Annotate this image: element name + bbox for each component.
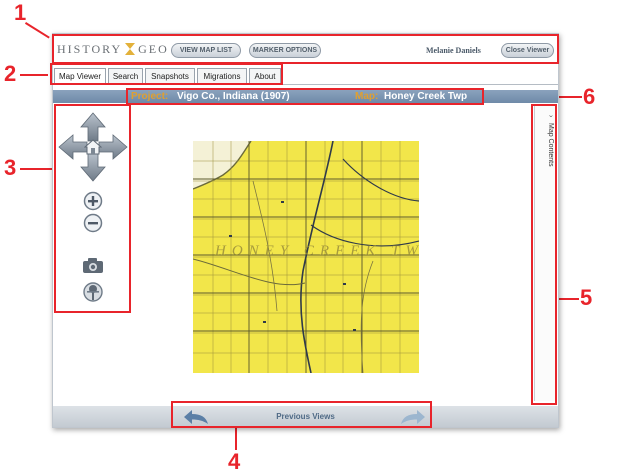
map-controls	[57, 111, 129, 306]
hourglass-icon	[125, 43, 136, 55]
forward-arrow-icon[interactable]	[399, 408, 427, 425]
callout-2: 2	[4, 61, 17, 86]
map-contents-text: Map Contents	[547, 123, 554, 167]
header-bar: HISTORY GEO VIEW MAP LIST MARKER OPTIONS …	[53, 34, 558, 63]
logo-text-geo: GEO	[138, 42, 169, 56]
callout-4: 4	[228, 449, 241, 473]
plat-map-image[interactable]: HONEY CREEK TWP	[193, 141, 419, 373]
project-value: Vigo Co., Indiana (1907)	[177, 91, 290, 102]
callout-5-line	[557, 298, 579, 300]
callout-3-line	[20, 168, 56, 170]
map-area[interactable]: HONEY CREEK TWP › Map Contents	[53, 103, 558, 406]
zoom-in-icon[interactable]	[83, 191, 103, 211]
zoom-out-icon[interactable]	[83, 213, 103, 233]
tab-search[interactable]: Search	[108, 68, 143, 84]
tab-about[interactable]: About	[249, 68, 281, 84]
pin-icon[interactable]	[83, 281, 103, 303]
map-key: Map:	[355, 91, 379, 102]
historygeo-logo: HISTORY GEO	[57, 42, 169, 57]
logo-text-history: HISTORY	[57, 42, 123, 56]
project-key: Project:	[131, 91, 169, 102]
view-map-list-button[interactable]: VIEW MAP LIST	[171, 43, 241, 58]
map-contents-panel[interactable]: › Map Contents	[534, 105, 556, 401]
callout-1: 1	[14, 0, 27, 25]
callout-4-line	[235, 428, 237, 450]
previous-views-label: Previous Views	[276, 412, 335, 421]
marker-options-button[interactable]: MARKER OPTIONS	[249, 43, 321, 58]
callout-6: 6	[583, 84, 596, 109]
map-overlay-text: HONEY CREEK TWP	[214, 243, 419, 259]
tab-migrations[interactable]: Migrations	[197, 68, 247, 84]
user-name: Melanie Daniels	[426, 46, 481, 55]
close-viewer-button[interactable]: Close Viewer	[501, 43, 554, 58]
camera-icon[interactable]	[82, 257, 104, 274]
previous-views-bar: Previous Views	[53, 406, 558, 427]
map-contents-label: › Map Contents	[538, 115, 554, 167]
chevron-right-icon: ›	[547, 115, 554, 118]
callout-3: 3	[4, 155, 17, 180]
map-viewer-window: HISTORY GEO VIEW MAP LIST MARKER OPTIONS …	[52, 33, 559, 428]
map-value: Honey Creek Twp	[384, 91, 468, 102]
tab-snapshots[interactable]: Snapshots	[145, 68, 195, 84]
callout-1-line	[24, 22, 50, 39]
tab-map-viewer[interactable]: Map Viewer	[54, 68, 106, 85]
tab-bar: Map Viewer Search Snapshots Migrations A…	[53, 63, 558, 85]
map-title-bar: Project: Vigo Co., Indiana (1907) Map: H…	[53, 90, 558, 103]
callout-2-line	[20, 74, 48, 76]
home-icon[interactable]	[84, 139, 102, 155]
callout-5: 5	[580, 285, 593, 310]
